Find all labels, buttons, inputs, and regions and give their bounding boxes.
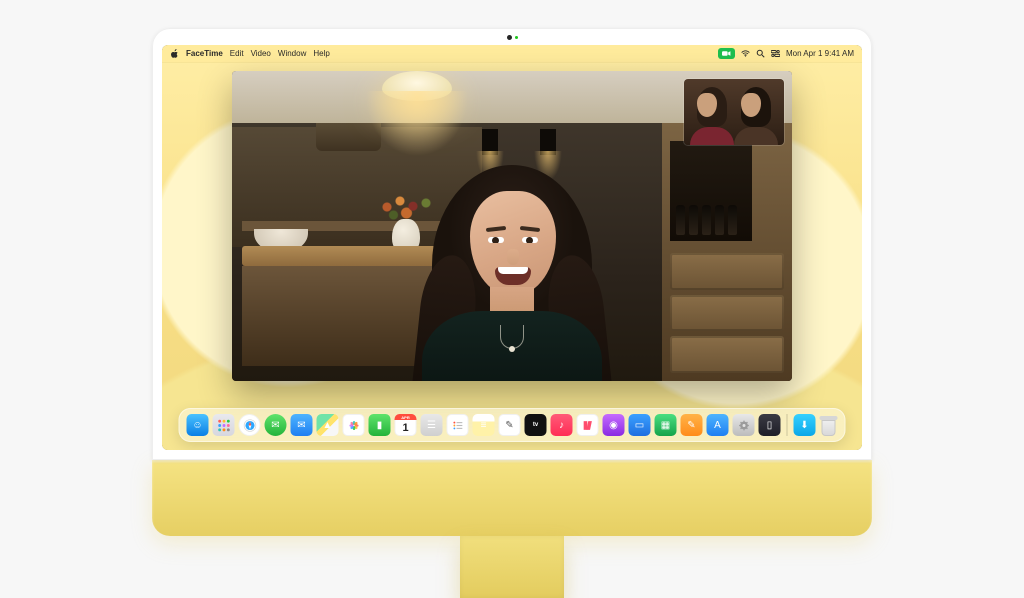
dock-calendar[interactable]: APR1 <box>395 414 417 436</box>
menu-datetime[interactable]: Mon Apr 1 9:41 AM <box>786 49 854 58</box>
menu-item-help[interactable]: Help <box>313 49 329 58</box>
dock-launchpad[interactable] <box>213 414 235 436</box>
dock-facetime[interactable]: ▮ <box>369 414 391 436</box>
dock-photos[interactable] <box>343 414 365 436</box>
spotlight-icon[interactable] <box>756 49 765 58</box>
menu-item-video[interactable]: Video <box>251 49 271 58</box>
dock-finder[interactable]: ☺ <box>187 414 209 436</box>
remote-caller-person <box>392 131 632 381</box>
dock-tv[interactable]: tv <box>525 414 547 436</box>
menu-item-edit[interactable]: Edit <box>230 49 244 58</box>
dock-news[interactable] <box>577 414 599 436</box>
dock-separator <box>787 414 788 436</box>
menu-bar: FaceTime Edit Video Window Help Mon Apr … <box>162 45 862 63</box>
dock-numbers[interactable]: ▦ <box>655 414 677 436</box>
dock-trash[interactable] <box>820 414 838 436</box>
dock-music[interactable]: ♪ <box>551 414 573 436</box>
apple-menu-icon[interactable] <box>170 49 179 58</box>
dock-reminders[interactable] <box>447 414 469 436</box>
dock-appstore[interactable]: A <box>707 414 729 436</box>
facetime-status-pill[interactable] <box>718 48 735 59</box>
imac-device: FaceTime Edit Video Window Help Mon Apr … <box>152 28 872 598</box>
camera-led-icon <box>515 36 518 39</box>
dock-safari[interactable] <box>239 414 261 436</box>
wifi-icon[interactable] <box>741 49 750 58</box>
dock-maps[interactable]: ▲ <box>317 414 339 436</box>
dock-iphone-mirror[interactable]: ▯ <box>759 414 781 436</box>
dock: ☺✉✉▲▮APR1☰≡✎tv♪◉▭▦✎A▯⬇ <box>179 408 846 442</box>
dock-downloads[interactable]: ⬇ <box>794 414 816 436</box>
dock-freeform[interactable]: ✎ <box>499 414 521 436</box>
menu-app-name[interactable]: FaceTime <box>186 49 223 58</box>
dock-messages[interactable]: ✉ <box>265 414 287 436</box>
imac-camera <box>503 34 521 40</box>
imac-bezel: FaceTime Edit Video Window Help Mon Apr … <box>152 28 872 460</box>
facetime-window[interactable] <box>232 71 792 381</box>
dock-notes[interactable]: ≡ <box>473 414 495 436</box>
dock-podcasts[interactable]: ◉ <box>603 414 625 436</box>
self-view-pip[interactable] <box>684 79 784 145</box>
dock-contacts[interactable]: ☰ <box>421 414 443 436</box>
mac-screen: FaceTime Edit Video Window Help Mon Apr … <box>162 45 862 450</box>
control-center-icon[interactable] <box>771 49 780 58</box>
dock-settings[interactable] <box>733 414 755 436</box>
dock-pages[interactable]: ✎ <box>681 414 703 436</box>
dock-keynote[interactable]: ▭ <box>629 414 651 436</box>
menu-item-window[interactable]: Window <box>278 49 306 58</box>
dock-mail[interactable]: ✉ <box>291 414 313 436</box>
imac-chin <box>152 460 872 536</box>
imac-stand <box>460 536 564 598</box>
